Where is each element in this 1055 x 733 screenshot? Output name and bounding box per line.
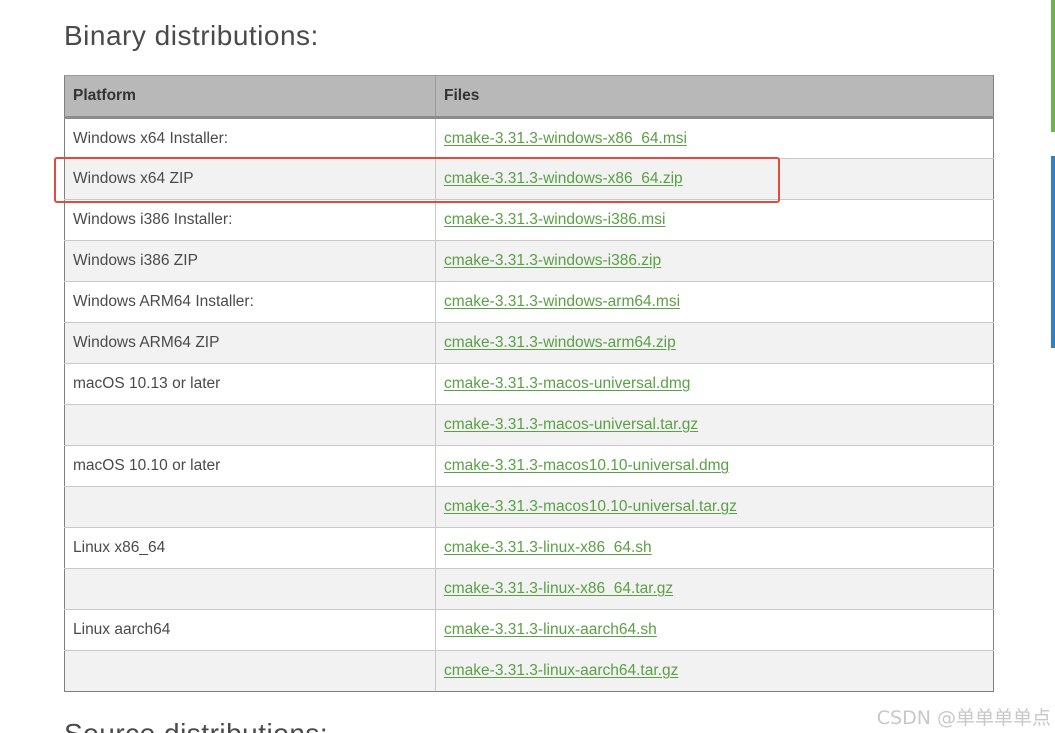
file-cell: cmake-3.31.3-macos-universal.dmg xyxy=(435,363,994,405)
file-cell: cmake-3.31.3-windows-i386.zip xyxy=(435,240,994,282)
file-cell: cmake-3.31.3-windows-x86_64.zip xyxy=(435,158,994,200)
download-link[interactable]: cmake-3.31.3-windows-arm64.msi xyxy=(444,293,680,310)
page: Binary distributions: Platform Files Win… xyxy=(0,0,1055,733)
platform-cell: Windows i386 ZIP xyxy=(64,240,436,282)
platform-cell: macOS 10.13 or later xyxy=(64,363,436,405)
platform-cell: Windows ARM64 Installer: xyxy=(64,281,436,323)
platform-cell: macOS 10.10 or later xyxy=(64,445,436,487)
platform-cell: Linux aarch64 xyxy=(64,609,436,651)
platform-cell xyxy=(64,650,436,692)
watermark: CSDN @单单单单点 xyxy=(876,707,1051,729)
platform-cell: Windows i386 Installer: xyxy=(64,199,436,241)
download-link[interactable]: cmake-3.31.3-macos-universal.tar.gz xyxy=(444,416,698,433)
side-accent-blue xyxy=(1051,156,1055,348)
download-link[interactable]: cmake-3.31.3-macos-universal.dmg xyxy=(444,375,690,392)
file-cell: cmake-3.31.3-linux-aarch64.sh xyxy=(435,609,994,651)
download-link[interactable]: cmake-3.31.3-linux-x86_64.sh xyxy=(444,539,652,556)
file-cell: cmake-3.31.3-linux-x86_64.sh xyxy=(435,527,994,569)
table-row: cmake-3.31.3-linux-x86_64.tar.gz xyxy=(64,568,994,610)
file-cell: cmake-3.31.3-windows-i386.msi xyxy=(435,199,994,241)
file-cell: cmake-3.31.3-macos10.10-universal.dmg xyxy=(435,445,994,487)
table-header-row: Platform Files xyxy=(64,75,994,119)
download-link[interactable]: cmake-3.31.3-windows-i386.zip xyxy=(444,252,661,269)
binary-distributions-table: Platform Files Windows x64 Installer: cma… xyxy=(64,75,994,692)
table-row: Linux x86_64 cmake-3.31.3-linux-x86_64.sh xyxy=(64,527,994,569)
download-link[interactable]: cmake-3.31.3-macos10.10-universal.tar.gz xyxy=(444,498,737,515)
table-row: Windows ARM64 Installer: cmake-3.31.3-win… xyxy=(64,281,994,323)
column-header-platform: Platform xyxy=(64,75,436,119)
table-row: macOS 10.13 or later cmake-3.31.3-macos-u… xyxy=(64,363,994,405)
download-link[interactable]: cmake-3.31.3-linux-x86_64.tar.gz xyxy=(444,580,673,597)
table-row: Linux aarch64 cmake-3.31.3-linux-aarch64.… xyxy=(64,609,994,651)
table-row: cmake-3.31.3-macos-universal.tar.gz xyxy=(64,404,994,446)
next-section-title: Source distributions: xyxy=(64,718,328,733)
download-link[interactable]: cmake-3.31.3-windows-x86_64.zip xyxy=(444,170,683,187)
file-cell: cmake-3.31.3-windows-arm64.msi xyxy=(435,281,994,323)
file-cell: cmake-3.31.3-windows-arm64.zip xyxy=(435,322,994,364)
download-link[interactable]: cmake-3.31.3-windows-i386.msi xyxy=(444,211,665,228)
table-row: cmake-3.31.3-linux-aarch64.tar.gz xyxy=(64,650,994,692)
download-link[interactable]: cmake-3.31.3-macos10.10-universal.dmg xyxy=(444,457,729,474)
table-row: Windows x64 Installer: cmake-3.31.3-windo… xyxy=(64,117,994,159)
table-row: Windows x64 ZIP cmake-3.31.3-windows-x86_… xyxy=(64,158,994,200)
platform-cell: Windows ARM64 ZIP xyxy=(64,322,436,364)
download-link[interactable]: cmake-3.31.3-windows-x86_64.msi xyxy=(444,130,687,147)
table-row: cmake-3.31.3-macos10.10-universal.tar.gz xyxy=(64,486,994,528)
file-cell: cmake-3.31.3-macos-universal.tar.gz xyxy=(435,404,994,446)
column-header-files: Files xyxy=(435,75,994,119)
table-row: Windows ARM64 ZIP cmake-3.31.3-windows-ar… xyxy=(64,322,994,364)
platform-cell xyxy=(64,404,436,446)
file-cell: cmake-3.31.3-linux-x86_64.tar.gz xyxy=(435,568,994,610)
file-cell: cmake-3.31.3-linux-aarch64.tar.gz xyxy=(435,650,994,692)
platform-cell xyxy=(64,568,436,610)
section-title: Binary distributions: xyxy=(64,20,319,51)
download-link[interactable]: cmake-3.31.3-linux-aarch64.sh xyxy=(444,621,657,638)
file-cell: cmake-3.31.3-windows-x86_64.msi xyxy=(435,117,994,159)
platform-cell: Linux x86_64 xyxy=(64,527,436,569)
download-link[interactable]: cmake-3.31.3-linux-aarch64.tar.gz xyxy=(444,662,678,679)
table-row: Windows i386 ZIP cmake-3.31.3-windows-i38… xyxy=(64,240,994,282)
file-cell: cmake-3.31.3-macos10.10-universal.tar.gz xyxy=(435,486,994,528)
platform-cell: Windows x64 Installer: xyxy=(64,117,436,159)
platform-cell: Windows x64 ZIP xyxy=(64,158,436,200)
download-link[interactable]: cmake-3.31.3-windows-arm64.zip xyxy=(444,334,676,351)
side-accent-green xyxy=(1051,0,1055,132)
table-row: Windows i386 Installer: cmake-3.31.3-wind… xyxy=(64,199,994,241)
platform-cell xyxy=(64,486,436,528)
table-row: macOS 10.10 or later cmake-3.31.3-macos10… xyxy=(64,445,994,487)
